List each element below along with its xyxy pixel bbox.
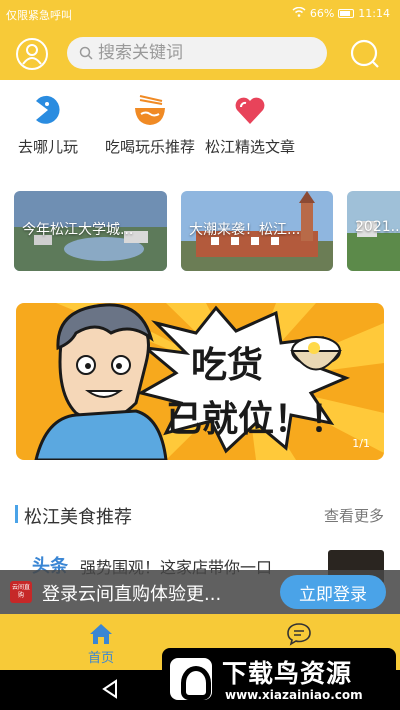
battery-icon xyxy=(338,9,355,18)
user-avatar-icon[interactable] xyxy=(16,38,48,70)
search-input[interactable] xyxy=(98,43,298,63)
search-button[interactable] xyxy=(349,38,381,70)
article-title: 2021... xyxy=(355,219,400,235)
chat-bubble-icon xyxy=(286,622,312,646)
category-label: 去哪儿玩 xyxy=(17,138,78,156)
article-carousel: 今年松江大学城... 大潮来袭！松江... 2021... xyxy=(0,191,400,271)
noodle-bowl-icon xyxy=(132,92,168,128)
category-label: 松江精选文章 xyxy=(204,138,295,156)
pacman-icon xyxy=(30,92,66,128)
back-icon[interactable] xyxy=(100,678,122,700)
app-header xyxy=(0,28,400,80)
article-title: 大潮来袭！松江... xyxy=(189,222,301,238)
article-title: 今年松江大学城... xyxy=(22,222,134,238)
bird-logo-icon xyxy=(170,658,212,700)
login-prompt-text: 登录云间直购体验更... xyxy=(42,584,222,605)
battery-percent: 66% xyxy=(309,7,335,20)
category-featured-articles[interactable]: 松江精选文章 xyxy=(200,92,300,157)
category-row: 去哪儿玩 吃喝玩乐推荐 松江精选文章 xyxy=(0,92,400,172)
login-button[interactable]: 立即登录 xyxy=(280,575,386,609)
banner-subheadline: 已就位！！ xyxy=(166,399,347,440)
home-icon xyxy=(89,623,113,645)
heart-icon xyxy=(232,92,268,128)
status-icons: 66% 11:14 xyxy=(292,6,390,20)
banner-headline: 吃货 xyxy=(191,345,264,386)
tab-home-label: 首页 xyxy=(87,651,114,666)
view-more-link[interactable]: 查看更多 xyxy=(324,505,384,526)
status-bar: 仅限紧急呼叫 66% 11:14 xyxy=(0,0,400,28)
article-card[interactable]: 大潮来袭！松江... xyxy=(181,191,333,271)
category-label: 吃喝玩乐推荐 xyxy=(104,138,195,156)
watermark-url: www.xiazainiao.com xyxy=(225,688,363,702)
banner-page-indicator: 1/1 xyxy=(352,437,370,450)
section-accent-bar xyxy=(15,505,18,523)
category-go-play[interactable]: 去哪儿玩 xyxy=(14,92,82,157)
login-prompt-bar: 云间直购 登录云间直购体验更... 立即登录 xyxy=(0,570,400,614)
section-title: 松江美食推荐 xyxy=(24,507,132,528)
tab-home[interactable]: 首页 xyxy=(80,614,122,666)
app-logo: 云间直购 xyxy=(10,581,32,603)
clock: 11:14 xyxy=(358,7,390,20)
wifi-icon xyxy=(292,6,306,20)
category-food-fun[interactable]: 吃喝玩乐推荐 xyxy=(100,92,200,157)
watermark-title: 下载鸟资源 xyxy=(222,659,353,688)
carrier-text: 仅限紧急呼叫 xyxy=(6,9,72,22)
promo-banner[interactable]: 吃货 已就位！！ 1/1 xyxy=(16,303,384,460)
search-icon xyxy=(79,46,93,60)
search-bar[interactable] xyxy=(67,37,327,69)
article-card[interactable]: 今年松江大学城... xyxy=(14,191,167,271)
tab-messages[interactable] xyxy=(284,614,314,646)
watermark: 下载鸟资源 www.xiazainiao.com xyxy=(162,648,396,710)
search-icon xyxy=(350,39,379,68)
article-card[interactable]: 2021... xyxy=(347,191,400,271)
